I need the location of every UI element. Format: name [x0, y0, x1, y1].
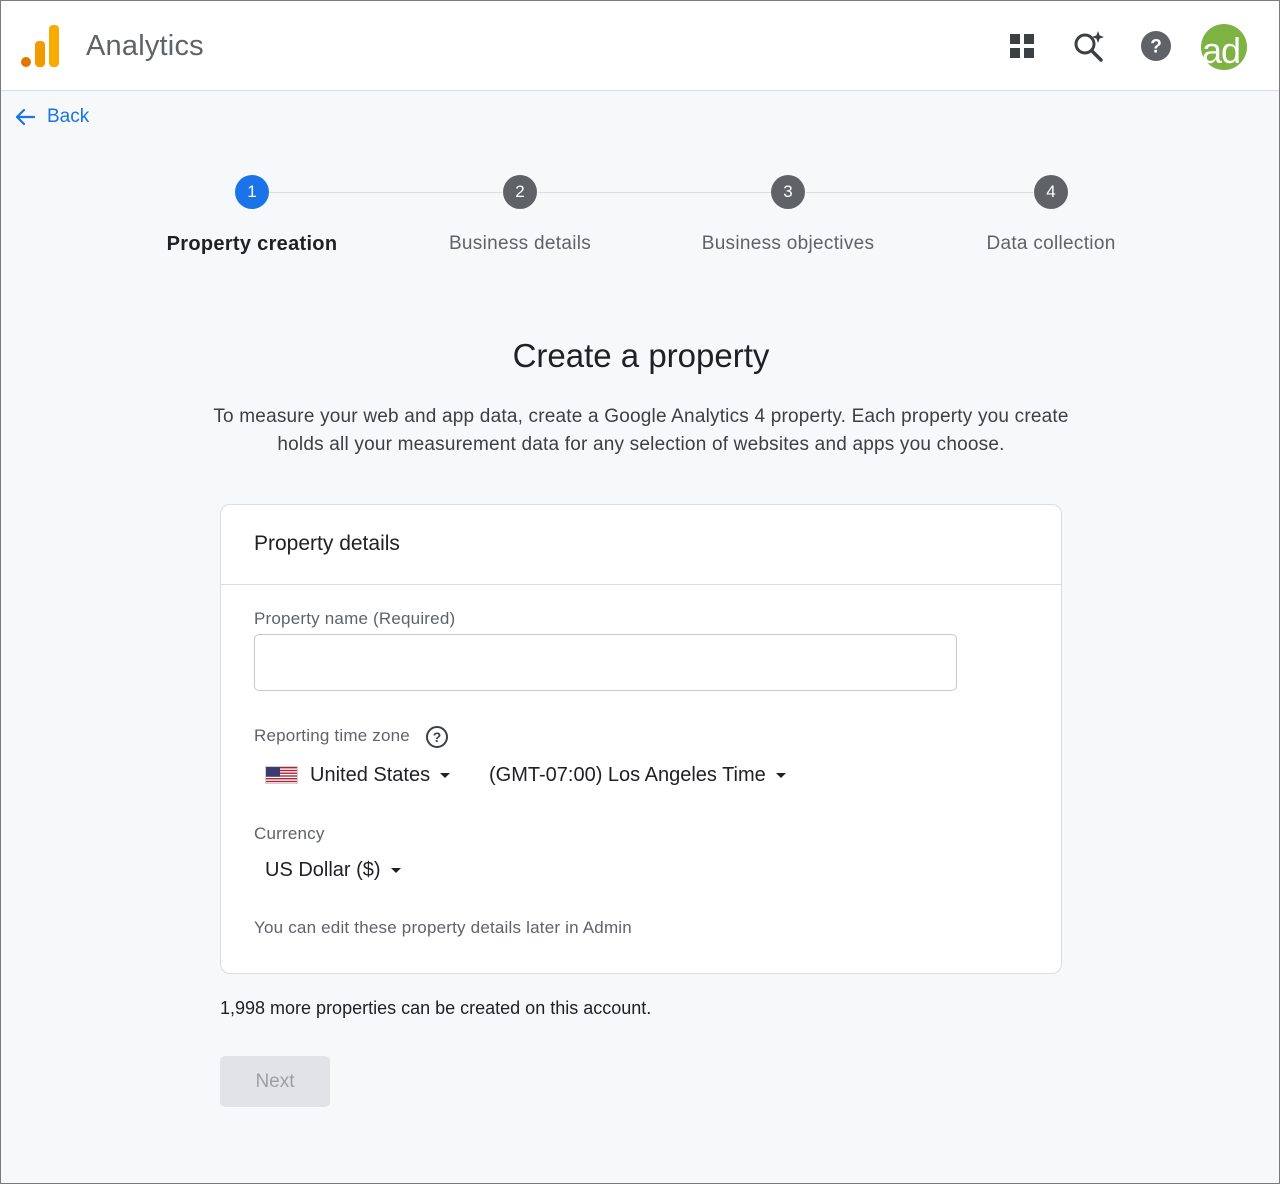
- step-4-label: Data collection: [986, 233, 1116, 254]
- property-name-input[interactable]: [254, 634, 957, 691]
- property-details-card: Property details Property name (Required…: [220, 504, 1062, 974]
- step-2-label: Business details: [448, 233, 592, 254]
- step-connector: [538, 192, 771, 193]
- intro-line-1: To measure your web and app data, create…: [213, 406, 1069, 427]
- property-name-label: Property name (Required): [254, 609, 456, 628]
- intro-line-2: holds all your measurement data for any …: [277, 434, 1005, 455]
- help-icon[interactable]: ?: [1136, 26, 1176, 66]
- card-title: Property details: [254, 532, 400, 555]
- step-1-indicator: 1: [235, 175, 269, 209]
- next-button[interactable]: Next: [220, 1056, 330, 1107]
- intro-text: To measure your web and app data, create…: [141, 403, 1141, 459]
- svg-text:?: ?: [433, 729, 442, 745]
- step-connector: [806, 192, 1033, 193]
- apps-grid-icon[interactable]: [1002, 26, 1042, 66]
- step-1-label: Property creation: [166, 233, 338, 255]
- step-2-indicator: 2: [503, 175, 537, 209]
- step-3-indicator: 3: [771, 175, 805, 209]
- step-3-label: Business objectives: [701, 233, 875, 254]
- back-button[interactable]: Back: [15, 104, 89, 130]
- chevron-down-icon: [390, 867, 401, 873]
- analytics-logo-icon[interactable]: [21, 25, 61, 67]
- us-flag-icon: [265, 766, 298, 784]
- timezone-value: (GMT-07:00) Los Angeles Time: [489, 763, 766, 786]
- avatar-initials: ad: [1202, 30, 1241, 70]
- search-insights-icon[interactable]: [1069, 26, 1109, 66]
- step-4-indicator: 4: [1034, 175, 1068, 209]
- app-window: Analytics ? ad Back 1 2 3 4 Property cre…: [0, 0, 1280, 1184]
- chevron-down-icon: [775, 772, 786, 778]
- timezone-label: Reporting time zone: [254, 726, 410, 745]
- account-avatar[interactable]: ad: [1201, 24, 1247, 70]
- card-header: Property details: [221, 505, 1061, 585]
- timezone-select[interactable]: (GMT-07:00) Los Angeles Time: [489, 761, 786, 789]
- page-title: Create a property: [512, 337, 770, 374]
- country-value: United States: [310, 763, 431, 786]
- country-select[interactable]: United States: [265, 761, 451, 789]
- property-quota-text: 1,998 more properties can be created on …: [220, 998, 652, 1018]
- currency-value: US Dollar ($): [265, 858, 381, 881]
- help-circle-icon[interactable]: ?: [425, 725, 449, 749]
- back-label: Back: [47, 106, 90, 127]
- top-app-bar: Analytics ? ad: [1, 1, 1279, 91]
- edit-later-hint: You can edit these property details late…: [254, 918, 632, 937]
- currency-label: Currency: [254, 824, 325, 843]
- step-connector: [269, 192, 502, 193]
- app-title: Analytics: [86, 30, 204, 62]
- arrow-left-icon: [15, 108, 35, 126]
- currency-select[interactable]: US Dollar ($): [265, 856, 401, 884]
- chevron-down-icon: [440, 772, 451, 778]
- svg-text:?: ?: [1150, 37, 1162, 58]
